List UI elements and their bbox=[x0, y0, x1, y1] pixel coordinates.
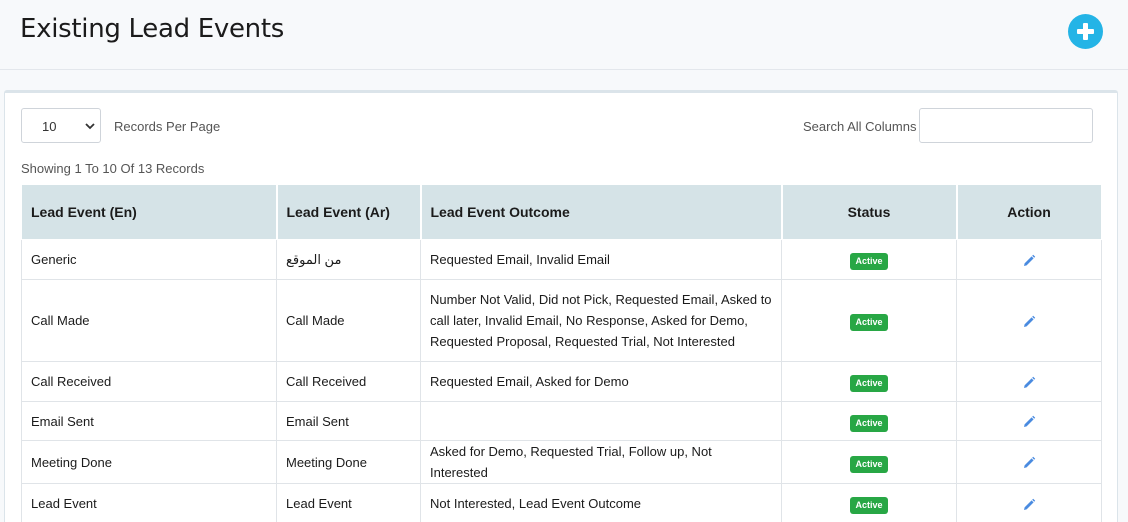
status-cell: Active bbox=[781, 279, 957, 362]
lead-event-ar: Lead Event bbox=[276, 483, 421, 522]
page-header: Existing Lead Events bbox=[0, 0, 1128, 70]
action-cell bbox=[956, 239, 1102, 280]
records-per-page-value: 10 bbox=[42, 119, 57, 134]
lead-event-outcome: Asked for Demo, Requested Trial, Follow … bbox=[420, 440, 782, 484]
status-cell: Active bbox=[781, 361, 957, 402]
status-badge: Active bbox=[850, 414, 888, 432]
column-header-action: Action bbox=[956, 184, 1103, 240]
search-input[interactable] bbox=[919, 108, 1093, 143]
table-row: Meeting Done Meeting Done Asked for Demo… bbox=[21, 440, 1102, 484]
lead-event-en: Call Made bbox=[21, 279, 277, 362]
table-row: Generic من الموقع Requested Email, Inval… bbox=[21, 239, 1102, 280]
pencil-icon[interactable] bbox=[1022, 376, 1036, 390]
status-cell: Active bbox=[781, 401, 957, 441]
lead-event-outcome: Not Interested, Lead Event Outcome bbox=[420, 483, 782, 522]
status-cell: Active bbox=[781, 239, 957, 280]
lead-events-card: 10 Records Per Page Search All Columns S… bbox=[4, 90, 1118, 522]
lead-event-outcome: Number Not Valid, Did not Pick, Requeste… bbox=[420, 279, 782, 362]
table-row: Lead Event Lead Event Not Interested, Le… bbox=[21, 483, 1102, 522]
status-badge: Active bbox=[850, 314, 888, 331]
lead-event-outcome: Requested Email, Invalid Email bbox=[420, 239, 782, 280]
status-badge: Active bbox=[850, 253, 888, 270]
status-badge: Active bbox=[850, 375, 888, 392]
pencil-icon[interactable] bbox=[1022, 456, 1036, 470]
records-per-page-select[interactable]: 10 bbox=[21, 108, 101, 143]
column-header-en[interactable]: Lead Event (En) bbox=[21, 184, 278, 240]
pencil-icon[interactable] bbox=[1022, 498, 1036, 512]
lead-events-table: Lead Event (En) Lead Event (Ar) Lead Eve… bbox=[21, 184, 1103, 522]
search-label: Search All Columns bbox=[803, 119, 917, 134]
chevron-down-icon bbox=[85, 123, 95, 130]
pencil-icon[interactable] bbox=[1022, 415, 1036, 429]
records-summary: Showing 1 To 10 Of 13 Records bbox=[21, 161, 205, 176]
lead-event-ar: Call Received bbox=[276, 361, 421, 402]
lead-event-outcome bbox=[420, 401, 782, 441]
pencil-icon[interactable] bbox=[1022, 254, 1036, 268]
status-cell: Active bbox=[781, 440, 957, 484]
lead-event-ar: Meeting Done bbox=[276, 440, 421, 484]
add-lead-event-button[interactable] bbox=[1068, 14, 1103, 49]
lead-event-en: Call Received bbox=[21, 361, 277, 402]
table-header-row: Lead Event (En) Lead Event (Ar) Lead Eve… bbox=[21, 184, 1103, 240]
status-badge: Active bbox=[850, 455, 888, 473]
action-cell bbox=[956, 483, 1102, 522]
lead-event-en: Email Sent bbox=[21, 401, 277, 441]
action-cell bbox=[956, 401, 1102, 441]
action-cell bbox=[956, 440, 1102, 484]
action-cell bbox=[956, 361, 1102, 402]
action-cell bbox=[956, 279, 1102, 362]
column-header-outcome[interactable]: Lead Event Outcome bbox=[420, 184, 783, 240]
table-row: Call Received Call Received Requested Em… bbox=[21, 361, 1102, 402]
lead-event-ar: Call Made bbox=[276, 279, 421, 362]
lead-event-en: Lead Event bbox=[21, 483, 277, 522]
lead-event-en: Generic bbox=[21, 239, 277, 280]
status-cell: Active bbox=[781, 483, 957, 522]
plus-circle-icon bbox=[1077, 23, 1094, 40]
table-row: Email Sent Email Sent Active bbox=[21, 401, 1102, 441]
lead-event-ar: Email Sent bbox=[276, 401, 421, 441]
page-title: Existing Lead Events bbox=[20, 14, 285, 44]
column-header-status[interactable]: Status bbox=[781, 184, 958, 240]
table-row: Call Made Call Made Number Not Valid, Di… bbox=[21, 279, 1102, 362]
column-header-ar[interactable]: Lead Event (Ar) bbox=[276, 184, 422, 240]
lead-event-outcome: Requested Email, Asked for Demo bbox=[420, 361, 782, 402]
lead-event-ar: من الموقع bbox=[276, 239, 421, 280]
status-badge: Active bbox=[850, 497, 888, 514]
lead-event-en: Meeting Done bbox=[21, 440, 277, 484]
pencil-icon[interactable] bbox=[1022, 315, 1036, 329]
records-per-page-label: Records Per Page bbox=[114, 119, 221, 134]
